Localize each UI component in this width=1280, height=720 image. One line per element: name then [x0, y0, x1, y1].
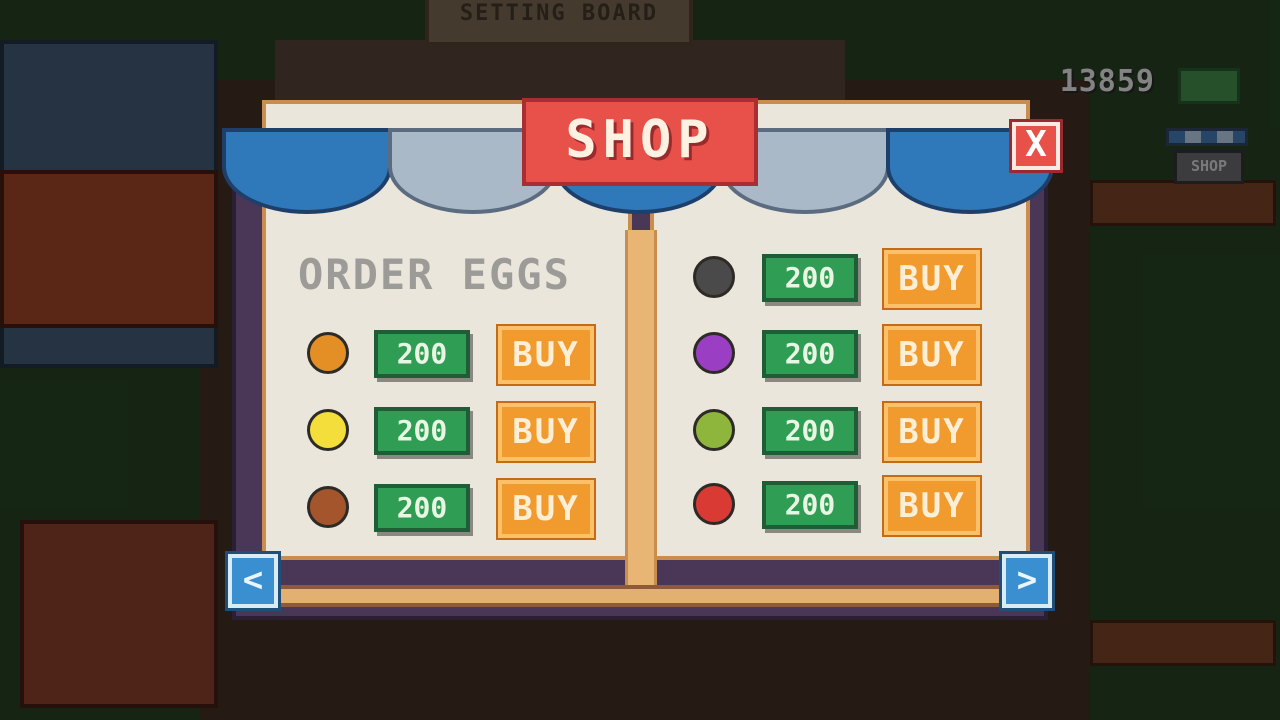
buy-button[interactable]: BUY	[882, 475, 982, 537]
buy-button[interactable]: BUY	[496, 478, 596, 540]
buy-button[interactable]: BUY	[882, 401, 982, 463]
price-tag: 200	[762, 481, 858, 529]
buy-button[interactable]: BUY	[496, 401, 596, 463]
buy-button[interactable]: BUY	[882, 324, 982, 386]
next-page-button[interactable]: >	[999, 551, 1055, 611]
price-tag: 200	[374, 330, 470, 378]
purple-egg-icon	[693, 332, 735, 374]
book-spine	[625, 230, 657, 595]
black-egg-icon	[693, 256, 735, 298]
orange-egg-icon	[307, 332, 349, 374]
shop-title: SHOP	[522, 98, 758, 186]
price-tag: 200	[374, 407, 470, 455]
price-tag: 200	[374, 484, 470, 532]
price-tag: 200	[762, 330, 858, 378]
prev-page-button[interactable]: <	[225, 551, 281, 611]
yellow-egg-icon	[307, 409, 349, 451]
red-egg-icon	[693, 483, 735, 525]
green-egg-icon	[693, 409, 735, 451]
buy-button[interactable]: BUY	[882, 248, 982, 310]
close-button[interactable]: X	[1009, 119, 1063, 173]
brown-egg-icon	[307, 486, 349, 528]
price-tag: 200	[762, 254, 858, 302]
price-tag: 200	[762, 407, 858, 455]
order-eggs-heading: ORDER EGGS	[298, 250, 571, 299]
awning-scallop	[222, 128, 392, 214]
book-base	[238, 585, 1044, 607]
buy-button[interactable]: BUY	[496, 324, 596, 386]
